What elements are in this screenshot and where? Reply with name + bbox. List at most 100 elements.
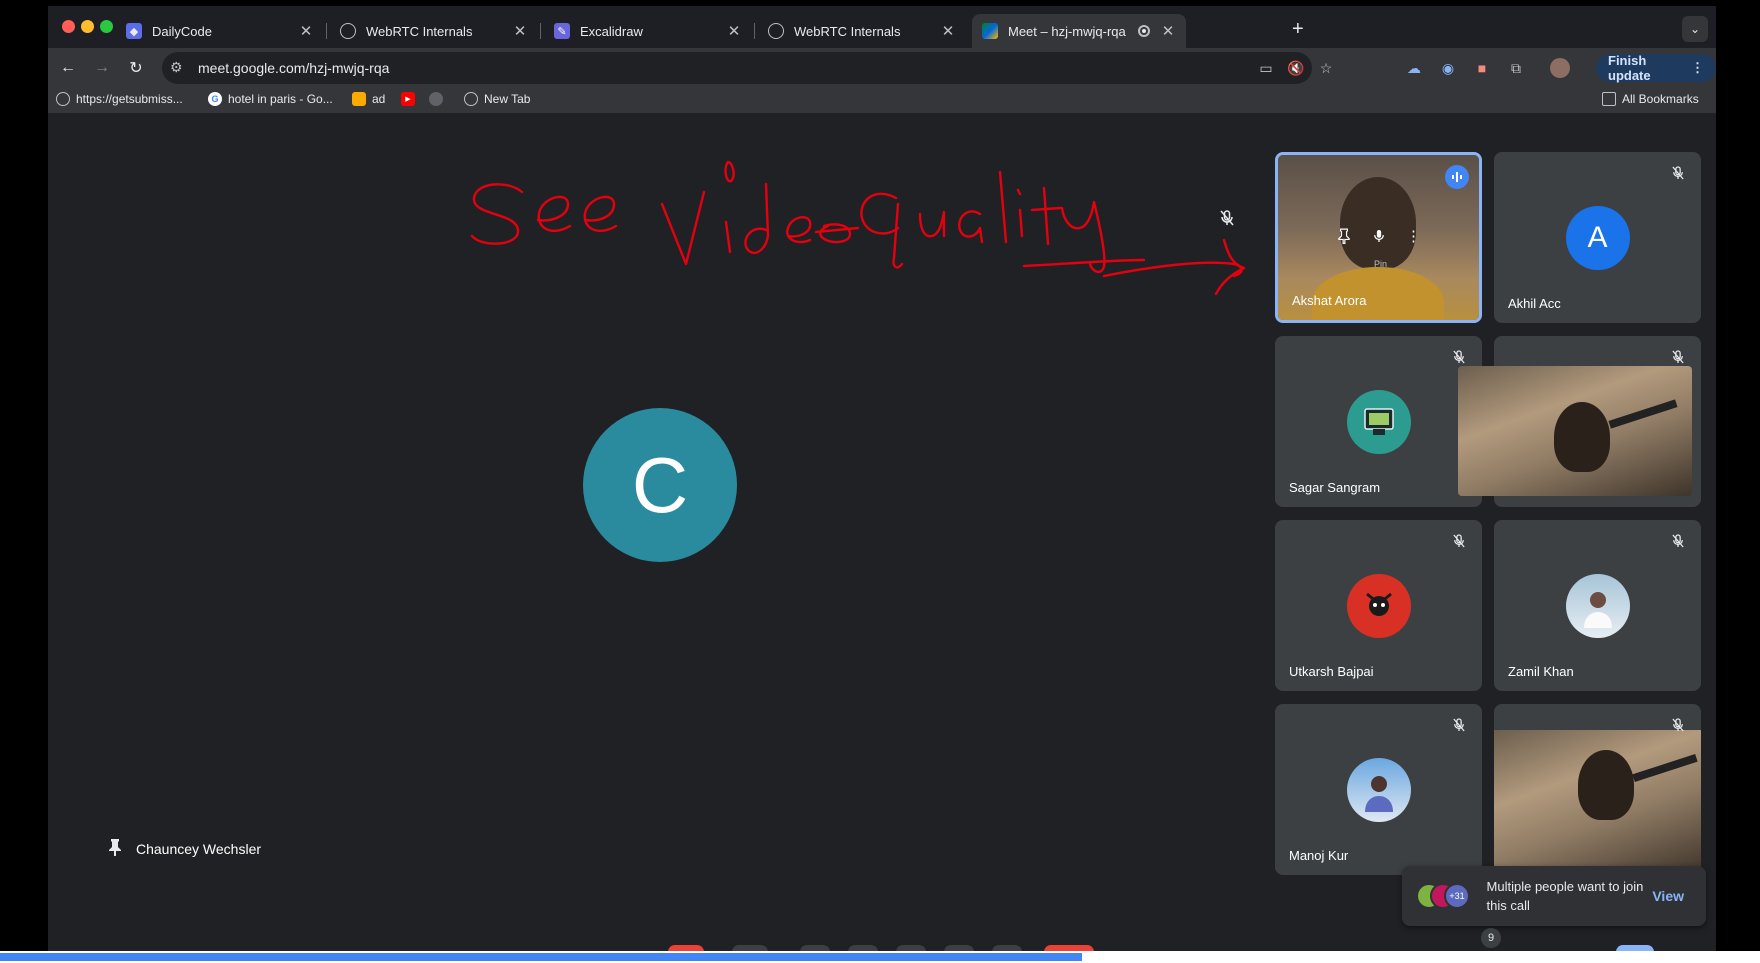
- tab-separator: [754, 23, 755, 39]
- address-bar[interactable]: ⚙ meet.google.com/hzj-mwjq-rqa ▭ 🔇 ☆: [162, 52, 1332, 84]
- url-text: meet.google.com/hzj-mwjq-rqa: [198, 60, 390, 76]
- google-icon: G: [208, 92, 222, 106]
- bookmark-new-tab[interactable]: New Tab: [464, 92, 530, 106]
- tab-separator: [326, 23, 327, 39]
- participant-tile-manoj[interactable]: Manoj Kur: [1275, 704, 1482, 875]
- participant-avatar-image: [1346, 390, 1411, 454]
- extensions-puzzle-icon[interactable]: ⧉: [1506, 58, 1526, 78]
- toolbar: ← → ↻ ⚙ meet.google.com/hzj-mwjq-rqa ▭ 🔇…: [48, 48, 1716, 88]
- tab-separator: [540, 23, 541, 39]
- hand-icon: [352, 92, 366, 106]
- close-icon[interactable]: ✕: [512, 22, 528, 40]
- bookmark-star-icon[interactable]: ☆: [1316, 58, 1336, 78]
- participant-head: [1578, 750, 1634, 820]
- participant-tile-video-2[interactable]: [1494, 704, 1701, 875]
- main-participant-name: Chauncey Wechsler: [136, 840, 262, 857]
- join-request-avatars: +31: [1416, 881, 1475, 911]
- participant-name: Akhil Acc: [1508, 296, 1561, 311]
- mic-off-icon: [1450, 716, 1468, 734]
- close-icon[interactable]: ✕: [940, 22, 956, 40]
- site-info-icon[interactable]: ⚙: [170, 59, 183, 76]
- close-window-button[interactable]: [62, 20, 75, 33]
- forward-icon[interactable]: →: [90, 56, 114, 80]
- tab-title: Meet – hzj-mwjq-rqa: [1008, 23, 1126, 39]
- bookmark-getsubmiss[interactable]: https://getsubmiss...: [56, 92, 183, 106]
- microphone-arm: [1632, 753, 1698, 783]
- all-bookmarks-label: All Bookmarks: [1622, 92, 1699, 106]
- tile-hover-controls: ⋮: [1331, 223, 1427, 249]
- close-icon[interactable]: ✕: [298, 22, 314, 40]
- extension-icon: [429, 92, 443, 106]
- bookmark-youtube[interactable]: ▶: [401, 92, 421, 106]
- bookmarks-bar: https://getsubmiss... G hotel in paris -…: [48, 88, 1716, 114]
- tab-title: WebRTC Internals: [794, 23, 901, 39]
- bookmark-label: ad: [372, 92, 386, 106]
- tab-webrtc-internals-1[interactable]: WebRTC Internals ✕: [330, 14, 538, 48]
- finish-update-label: Finish update: [1608, 53, 1651, 83]
- playback-progress-fill: [0, 953, 1083, 961]
- tab-search-button[interactable]: ⌄: [1682, 16, 1708, 42]
- main-participant-label: Chauncey Wechsler: [108, 838, 261, 859]
- call-controls-bar: [48, 942, 1716, 951]
- mute-tab-icon[interactable]: 🔇: [1286, 58, 1306, 78]
- playback-progress-track[interactable]: [0, 951, 1760, 963]
- participant-name: Sagar Sangram: [1289, 480, 1381, 495]
- dailycode-icon: ◆: [126, 23, 142, 39]
- camera-icon[interactable]: ▭: [1256, 58, 1276, 78]
- excalidraw-icon: ✎: [554, 23, 570, 39]
- mic-off-icon: [1669, 348, 1687, 366]
- mic-off-icon: [1669, 716, 1687, 734]
- all-bookmarks[interactable]: All Bookmarks: [1602, 92, 1699, 106]
- participant-tile-utkarsh-bajpai[interactable]: Utkarsh Bajpai: [1275, 520, 1482, 691]
- tab-title: WebRTC Internals: [366, 23, 473, 39]
- finish-update-button[interactable]: Finish update ⋮: [1596, 53, 1716, 83]
- mic-off-icon: [1220, 210, 1234, 229]
- youtube-icon: ▶: [401, 92, 415, 106]
- view-join-requests-button[interactable]: View: [1652, 888, 1684, 904]
- reload-icon[interactable]: ↻: [124, 56, 148, 80]
- extension-compass-icon[interactable]: ◉: [1438, 58, 1458, 78]
- tab-excalidraw[interactable]: ✎ Excalidraw ✕: [544, 14, 752, 48]
- close-icon[interactable]: ✕: [726, 22, 742, 40]
- bookmark-hotel-paris[interactable]: G hotel in paris - Go...: [208, 92, 333, 106]
- profile-avatar[interactable]: [1550, 58, 1570, 78]
- participant-name: Manoj Kur: [1289, 848, 1349, 863]
- minimize-window-button[interactable]: [81, 20, 94, 33]
- bookmark-extension[interactable]: [429, 92, 449, 106]
- bookmark-ad[interactable]: ad: [352, 92, 385, 106]
- close-icon[interactable]: ✕: [1160, 22, 1176, 40]
- tab-title: DailyCode: [152, 23, 212, 39]
- participant-name: Zamil Khan: [1508, 664, 1574, 679]
- meet-call-area: C Chauncey Wechsler ⋮ Pin Akshat Arora A…: [48, 114, 1716, 951]
- pin-icon[interactable]: [1331, 223, 1357, 249]
- bookmark-label: https://getsubmiss...: [76, 92, 183, 106]
- maximize-window-button[interactable]: [100, 20, 113, 33]
- tab-dailycode[interactable]: ◆ DailyCode ✕: [116, 14, 324, 48]
- participant-tile-sagar-sangram[interactable]: Sagar Sangram: [1275, 336, 1482, 507]
- globe-icon: [56, 92, 70, 106]
- participant-tile-akhil-acc[interactable]: A Akhil Acc: [1494, 152, 1701, 323]
- globe-icon: [340, 23, 356, 39]
- bookmark-label: New Tab: [484, 92, 531, 106]
- gemini-icon[interactable]: ☁: [1404, 58, 1424, 78]
- participant-tile-zamil-khan[interactable]: Zamil Khan: [1494, 520, 1701, 691]
- tab-title: Excalidraw: [580, 23, 643, 39]
- tab-strip: ◆ DailyCode ✕ WebRTC Internals ✕ ✎ Excal…: [48, 6, 1716, 48]
- participant-avatar-image: [1565, 574, 1630, 638]
- participant-name: Akshat Arora: [1292, 293, 1367, 308]
- tab-webrtc-internals-2[interactable]: WebRTC Internals ✕: [758, 14, 966, 48]
- mic-off-icon: [1669, 164, 1687, 182]
- new-tab-button[interactable]: +: [1292, 18, 1304, 41]
- more-options-icon[interactable]: ⋮: [1401, 223, 1427, 249]
- pin-icon[interactable]: [108, 838, 122, 859]
- tab-meet[interactable]: Meet – hzj-mwjq-rqa ✕: [972, 14, 1186, 48]
- recording-icon: [1138, 25, 1150, 37]
- mic-off-icon: [1669, 532, 1687, 550]
- bookmark-label: hotel in paris - Go...: [228, 92, 333, 106]
- floating-video-preview[interactable]: [1458, 366, 1692, 496]
- participant-tile-akshat-arora[interactable]: ⋮ Pin Akshat Arora: [1275, 152, 1482, 323]
- mic-icon[interactable]: [1366, 223, 1392, 249]
- participant-avatar: A: [1565, 206, 1630, 270]
- back-icon[interactable]: ←: [56, 56, 80, 80]
- extension-lock-icon[interactable]: ■: [1472, 58, 1492, 78]
